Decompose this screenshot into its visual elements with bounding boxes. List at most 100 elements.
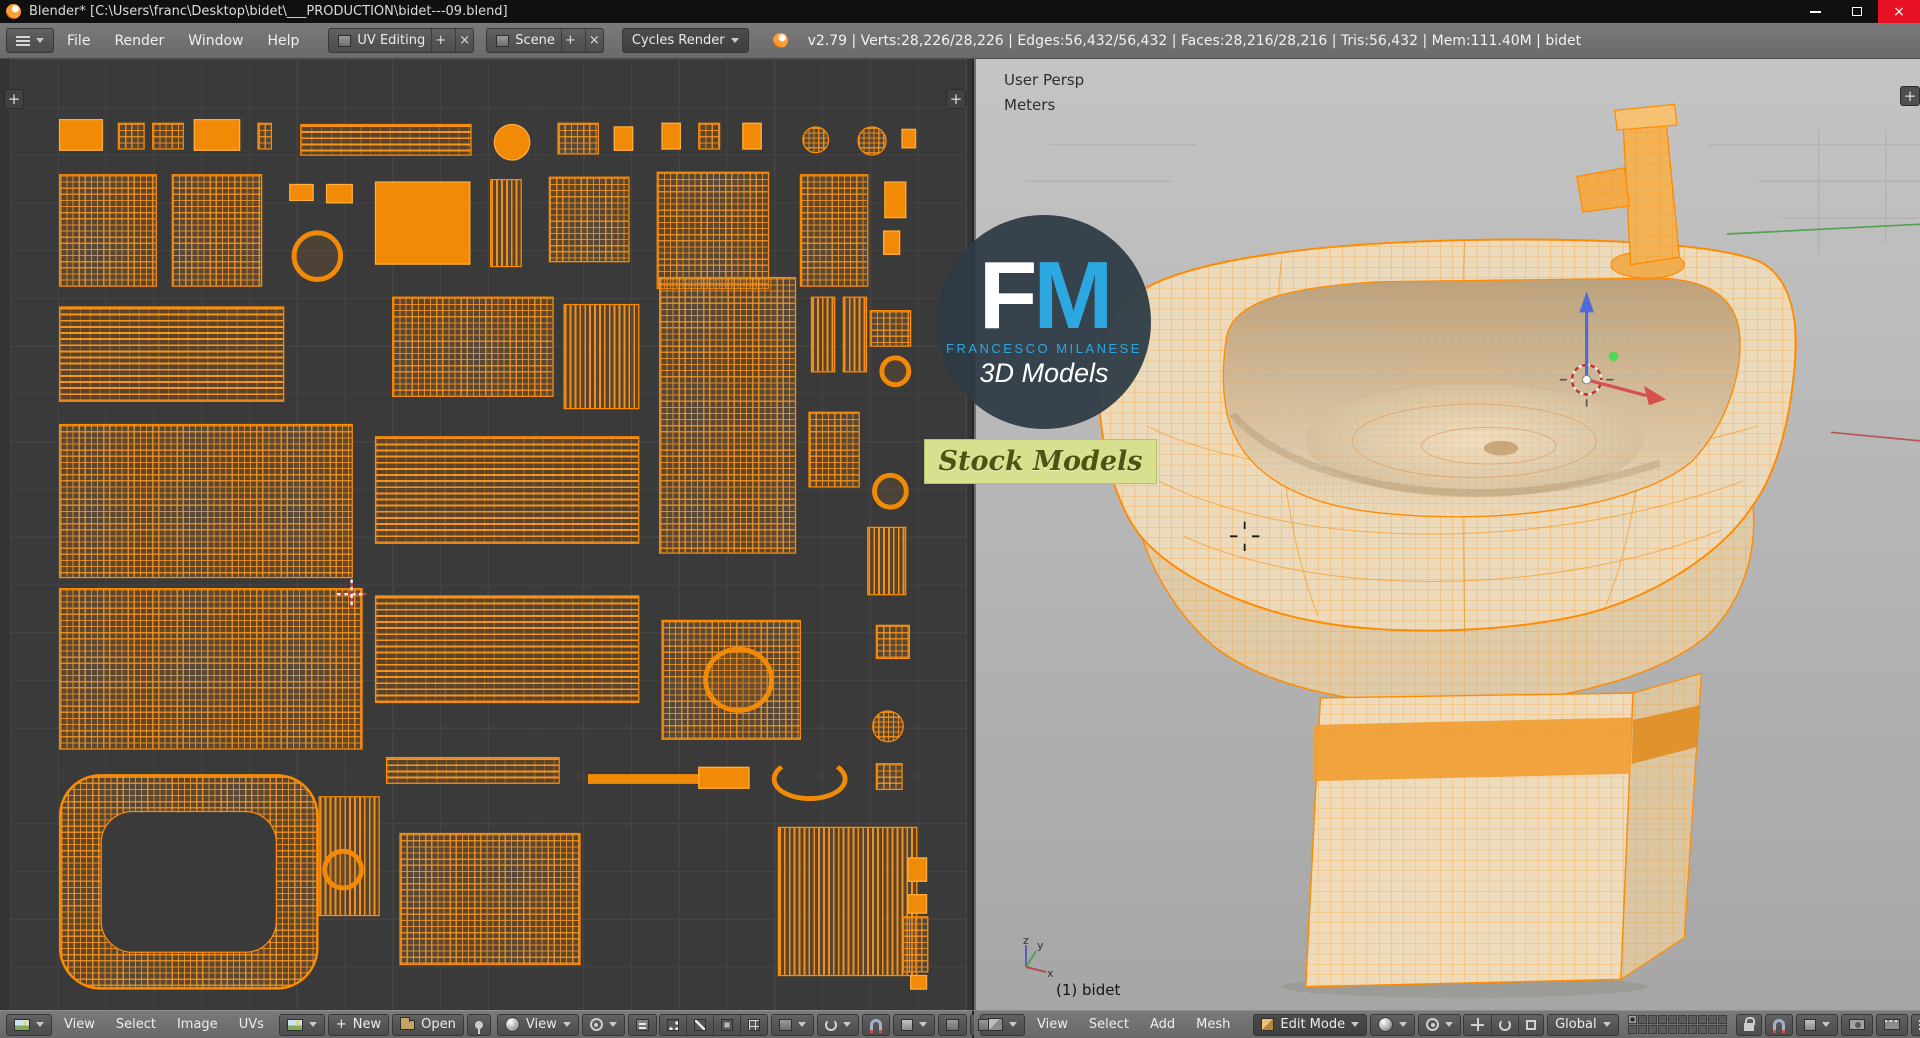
- expand-region-button[interactable]: +: [1900, 86, 1920, 106]
- uv-draw-type-button[interactable]: [937, 1013, 967, 1036]
- uv-island[interactable]: [300, 123, 472, 156]
- uv-island[interactable]: [884, 181, 907, 219]
- open-image-button[interactable]: Open: [392, 1013, 464, 1036]
- layer-cell[interactable]: [1667, 1025, 1677, 1034]
- uv-island[interactable]: [58, 306, 285, 402]
- layer-cell[interactable]: [1677, 1025, 1687, 1034]
- uv-island[interactable]: [392, 296, 554, 397]
- pivot-point-dropdown[interactable]: [1418, 1013, 1462, 1036]
- uv-island[interactable]: [875, 763, 903, 791]
- uv-island[interactable]: [325, 183, 353, 204]
- lock-to-scene-button[interactable]: [1735, 1013, 1762, 1036]
- uv-island[interactable]: [374, 181, 471, 265]
- uv-island[interactable]: [842, 296, 868, 373]
- v3d-menu-add[interactable]: Add: [1141, 1011, 1184, 1038]
- layer-cell[interactable]: [1697, 1015, 1707, 1024]
- menu-help[interactable]: Help: [256, 23, 310, 58]
- remove-scene-button[interactable]: ×: [584, 29, 603, 52]
- uv-menu-uvs[interactable]: UVs: [230, 1011, 273, 1038]
- uv-island[interactable]: [907, 894, 928, 914]
- v3d-menu-view[interactable]: View: [1028, 1011, 1077, 1038]
- uv-island[interactable]: [58, 174, 157, 287]
- uv-snap-toggle[interactable]: [861, 1013, 890, 1036]
- uv-island[interactable]: [857, 126, 887, 156]
- menu-render[interactable]: Render: [103, 23, 175, 58]
- uv-island[interactable]: [490, 179, 522, 268]
- remove-layout-button[interactable]: ×: [455, 29, 473, 52]
- uv-island[interactable]: [548, 176, 630, 263]
- uv-island[interactable]: [58, 587, 363, 750]
- uv-select-vertex-button[interactable]: [658, 1013, 687, 1036]
- uv-island[interactable]: [493, 123, 531, 161]
- layer-cell[interactable]: [1627, 1025, 1637, 1034]
- layer-cell[interactable]: [1637, 1015, 1647, 1024]
- layer-cell[interactable]: [1657, 1015, 1667, 1024]
- uv-island[interactable]: [771, 756, 848, 802]
- browse-image-button[interactable]: [278, 1013, 325, 1036]
- uv-island[interactable]: [802, 126, 830, 154]
- uv-island[interactable]: [58, 119, 104, 151]
- layer-cell[interactable]: [1667, 1015, 1677, 1024]
- uv-island[interactable]: [613, 126, 634, 151]
- expand-region-button[interactable]: +: [4, 89, 24, 109]
- uv-image-editor[interactable]: + +: [0, 59, 974, 1010]
- uv-island[interactable]: [872, 472, 909, 510]
- v3d-menu-select[interactable]: Select: [1080, 1011, 1138, 1038]
- uv-island[interactable]: [879, 355, 912, 388]
- uv-island[interactable]: [901, 916, 929, 973]
- uv-island[interactable]: [58, 774, 319, 990]
- uv-island[interactable]: [901, 128, 917, 149]
- snap-element-dropdown[interactable]: [1795, 1013, 1838, 1036]
- uv-island[interactable]: [385, 756, 560, 784]
- uv-island[interactable]: [289, 183, 314, 202]
- add-layout-button[interactable]: +: [431, 29, 449, 52]
- uv-menu-select[interactable]: Select: [107, 1011, 165, 1038]
- menu-file[interactable]: File: [56, 23, 101, 58]
- expand-region-button[interactable]: +: [946, 89, 966, 109]
- mode-selector[interactable]: Edit Mode: [1253, 1013, 1368, 1036]
- uv-menu-image[interactable]: Image: [168, 1011, 227, 1038]
- uv-2d-cursor[interactable]: [336, 579, 367, 609]
- layer-cell[interactable]: [1687, 1025, 1697, 1034]
- uv-island[interactable]: [698, 766, 750, 789]
- scene-selector[interactable]: Scene + ×: [486, 28, 604, 53]
- uv-island[interactable]: [875, 624, 911, 660]
- layer-cell[interactable]: [1697, 1025, 1707, 1034]
- uv-island[interactable]: [867, 526, 907, 596]
- layer-cell[interactable]: [1707, 1025, 1717, 1034]
- maximize-button[interactable]: [1836, 0, 1878, 23]
- uv-select-face-button[interactable]: [712, 1013, 741, 1036]
- viewport-shading-dropdown[interactable]: [1370, 1013, 1416, 1036]
- layer-cell[interactable]: [1647, 1015, 1657, 1024]
- uv-pivot-dropdown[interactable]: [581, 1013, 625, 1036]
- layer-cell[interactable]: [1717, 1015, 1727, 1024]
- translate-manipulator-button[interactable]: [1463, 1013, 1493, 1036]
- uv-island[interactable]: [557, 122, 599, 155]
- uv-island[interactable]: [907, 857, 928, 882]
- uv-island[interactable]: [171, 174, 263, 287]
- layer-cell[interactable]: [1677, 1015, 1687, 1024]
- opengl-render-anim-button[interactable]: [1875, 1013, 1908, 1036]
- uv-snap-target-dropdown[interactable]: [892, 1013, 935, 1036]
- proportional-edit-dropdown[interactable]: [816, 1013, 859, 1036]
- uv-island[interactable]: [698, 122, 721, 150]
- uv-island[interactable]: [742, 122, 762, 150]
- viewport-3d[interactable]: User Persp Meters (1) bidet z y x +: [976, 59, 1920, 1010]
- layer-cell[interactable]: [1657, 1025, 1667, 1034]
- new-image-button[interactable]: + New: [327, 1013, 390, 1036]
- uv-island[interactable]: [374, 595, 640, 704]
- uv-sync-selection-toggle[interactable]: [627, 1013, 657, 1036]
- close-button[interactable]: ×: [1878, 0, 1920, 23]
- uv-island[interactable]: [193, 119, 241, 151]
- opengl-render-image-button[interactable]: [1840, 1013, 1873, 1036]
- uv-island[interactable]: [58, 423, 353, 579]
- viewport-3d-canvas[interactable]: [976, 59, 1920, 1010]
- menu-window[interactable]: Window: [177, 23, 254, 58]
- minimize-button[interactable]: [1794, 0, 1836, 23]
- layer-cell[interactable]: [1637, 1025, 1647, 1034]
- uv-island[interactable]: [658, 276, 797, 554]
- editor-type-selector-info[interactable]: [6, 28, 54, 53]
- uv-island[interactable]: [810, 296, 836, 373]
- rotate-manipulator-button[interactable]: [1491, 1013, 1520, 1036]
- render-engine-selector[interactable]: Cycles Render: [621, 28, 749, 53]
